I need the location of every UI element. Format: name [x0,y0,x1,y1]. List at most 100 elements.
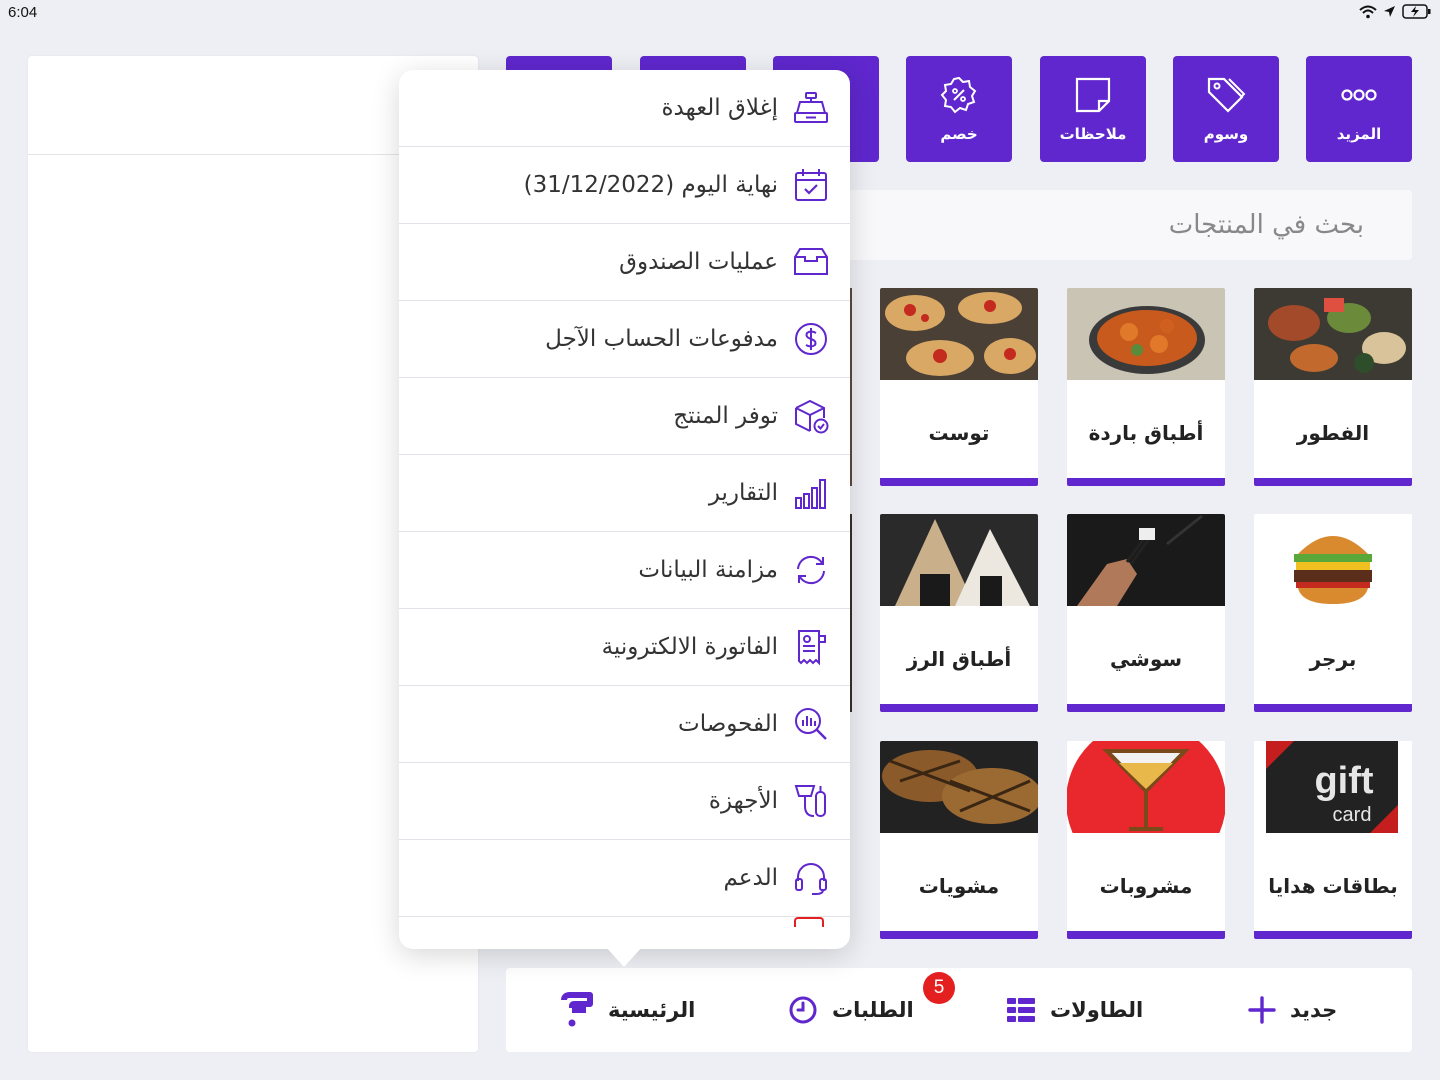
nav-tables-button[interactable]: الطاولات [1006,968,1143,1052]
tags-button[interactable]: وسوم [1173,56,1279,162]
category-label: الفطور [1296,421,1370,445]
discount-icon [940,76,977,114]
menu-item-label: التقارير [708,480,778,506]
category-tile-burger[interactable]: برجر [1254,514,1412,712]
menu-item-label: مزامنة البيانات [638,557,778,583]
category-tile-rice-dishes[interactable]: أطباق الرز [880,514,1038,712]
notes-button-label: ملاحظات [1059,125,1127,143]
menu-item-inspections[interactable]: الفحوصات [399,686,850,763]
more-options-menu: إغلاق العهدة نهاية اليوم (31/12/2022) عم… [399,70,850,949]
discount-button[interactable]: خصم [906,56,1012,162]
menu-item-label: الفحوصات [678,711,778,737]
nav-home-label: الرئيسية [608,998,696,1022]
category-label: برجر [1309,647,1357,671]
tags-button-label: وسوم [1203,125,1249,143]
sync-icon [797,555,825,585]
sushi-image [1067,514,1225,606]
toast-image [880,288,1038,380]
category-label: مشروبات [1099,874,1193,898]
menu-item-label: إغلاق العهدة [661,95,778,121]
category-accent-bar [1067,478,1225,486]
discount-button-label: خصم [940,125,978,143]
battery-charging-icon [1402,4,1431,19]
category-label: سوشي [1109,647,1183,671]
category-tile-grills[interactable]: مشويات [880,741,1038,939]
more-button[interactable]: المزيد [1306,56,1412,162]
notes-button[interactable]: ملاحظات [1040,56,1146,162]
status-icons [1359,4,1432,19]
category-tile-toast[interactable]: توست [880,288,1038,486]
menu-item-data-sync[interactable]: مزامنة البيانات [399,532,850,609]
orders-count-badge: 5 [923,972,955,1004]
tables-icon [1007,998,1035,1022]
nav-orders-label: الطلبات [832,998,914,1022]
clock-icon [789,996,817,1024]
tags-icon [1207,77,1246,113]
nav-home-button[interactable]: الرئيسية [560,968,695,1052]
menu-item-reports[interactable]: التقارير [399,455,850,532]
category-accent-bar [1254,478,1412,486]
cash-register-icon [794,92,828,123]
category-accent-bar [880,931,1038,939]
category-tile-gift-cards[interactable]: gift card بطاقات هدايا [1254,741,1412,939]
location-icon [1384,6,1395,17]
gift-card-image: giftcard [1254,741,1412,833]
category-tile-drinks[interactable]: مشروبات [1067,741,1225,939]
devices-icon [794,785,826,817]
category-label: مشويات [918,874,1000,898]
nav-new-label: جديد [1290,998,1338,1022]
category-tile-breakfast[interactable]: الفطور [1254,288,1412,486]
category-accent-bar [1254,704,1412,712]
menu-item-end-of-day[interactable]: نهاية اليوم (31/12/2022) [399,147,850,224]
category-accent-bar [1067,704,1225,712]
notes-icon [1075,77,1111,113]
gift-card-text-gift: gift [1314,760,1373,802]
cold-dishes-image [1067,288,1225,380]
more-dots-icon [1341,89,1377,101]
plus-icon [1248,996,1276,1024]
nav-new-button[interactable]: جديد [1248,968,1337,1052]
search-placeholder: بحث في المنتجات [1168,210,1364,240]
category-accent-bar [880,704,1038,712]
cash-drawer-icon [794,248,828,275]
nav-tables-label: الطاولات [1050,998,1144,1022]
drinks-image [1067,741,1225,881]
category-tile-cold-dishes[interactable]: أطباق باردة [1067,288,1225,486]
menu-item-close-custody[interactable]: إغلاق العهدة [399,70,850,147]
menu-item-label: الفاتورة الالكترونية [601,634,778,660]
inspection-icon [795,708,827,740]
status-bar: 6:04 [0,0,1440,30]
category-label: أطباق باردة [1088,421,1204,445]
category-accent-bar [880,478,1038,486]
category-label: أطباق الرز [906,647,1012,671]
status-time: 6:04 [8,4,38,21]
dollar-circle-icon [795,323,827,355]
menu-item-support[interactable]: الدعم [399,840,850,917]
menu-item-label: مدفوعات الحساب الآجل [545,326,778,352]
grills-image [880,741,1038,833]
bottom-navigation: جديد الطاولات الطلبات 5 الرئيسية [506,968,1412,1052]
menu-item-devices[interactable]: الأجهزة [399,763,850,840]
menu-pointer-arrow [606,947,642,967]
category-label: بطاقات هدايا [1268,874,1398,898]
burger-image [1254,514,1412,606]
category-tile-sushi[interactable]: سوشي [1067,514,1225,712]
nav-orders-button[interactable]: الطلبات [788,968,914,1052]
breakfast-image [1254,288,1412,380]
menu-item-credit-payments[interactable]: مدفوعات الحساب الآجل [399,301,850,378]
headset-icon [795,863,827,895]
product-search-input[interactable]: بحث في المنتجات [840,190,1412,260]
category-accent-bar [1254,931,1412,939]
e-invoice-icon [798,630,826,666]
rice-dishes-image [880,514,1038,606]
menu-item-cash-operations[interactable]: عمليات الصندوق [399,224,850,301]
box-check-icon [795,399,829,434]
logout-icon-partial [794,917,824,927]
menu-item-e-invoice[interactable]: الفاتورة الالكترونية [399,609,850,686]
bar-chart-icon [795,479,826,509]
category-accent-bar [1067,931,1225,939]
menu-item-label: الدعم [723,865,778,891]
wifi-icon [1359,5,1377,18]
menu-item-label: توفر المنتج [673,403,778,429]
menu-item-product-availability[interactable]: توفر المنتج [399,378,850,455]
